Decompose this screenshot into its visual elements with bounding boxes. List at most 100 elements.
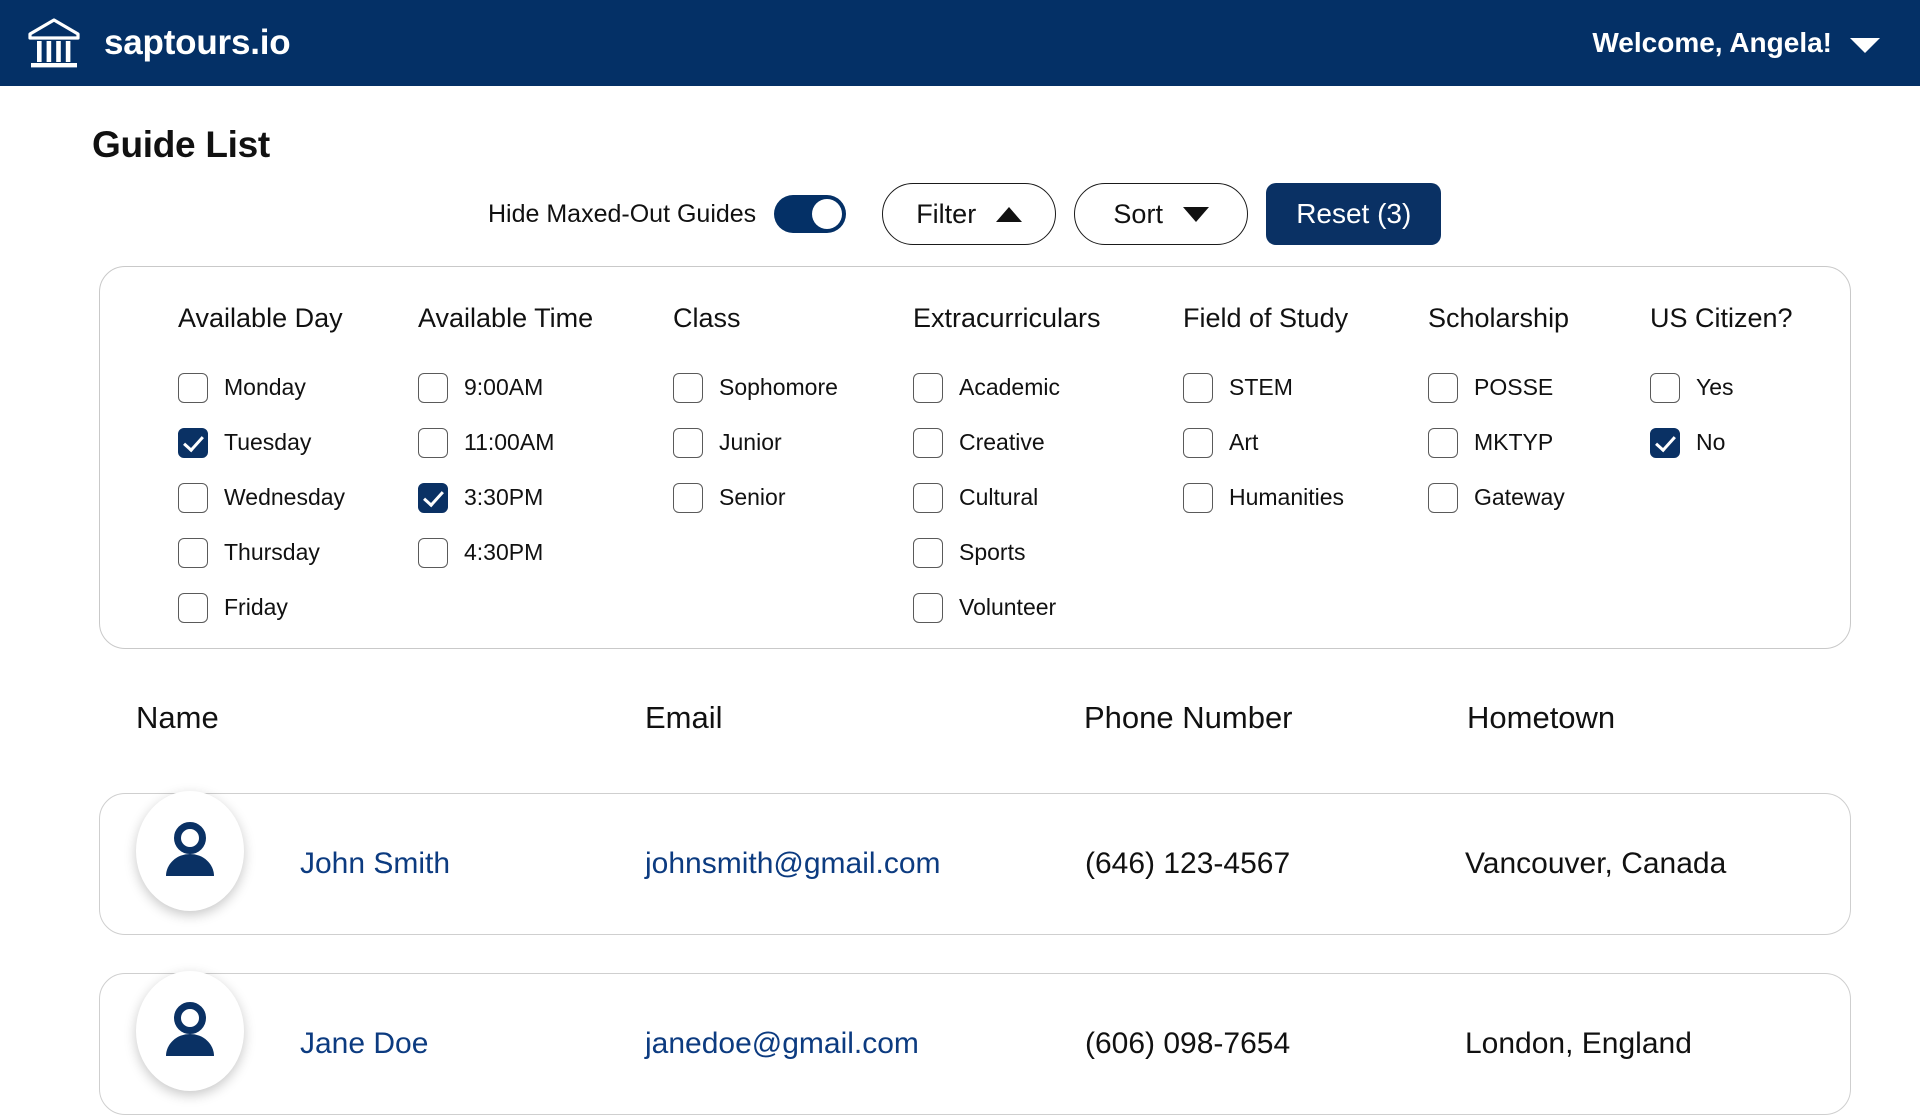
filter-option-label: 11:00AM [464, 429, 555, 455]
filter-option-label: Cultural [959, 484, 1039, 510]
filter-option-label: Senior [719, 484, 786, 510]
filter-option-label: Tuesday [224, 429, 312, 455]
filter-column-title: Extracurriculars [913, 303, 1101, 333]
checkbox[interactable] [418, 537, 448, 568]
filter-option[interactable]: 3:30PM [418, 470, 673, 525]
checkbox[interactable] [1183, 372, 1213, 403]
filter-option-label: Yes [1696, 374, 1734, 400]
guide-email[interactable]: janedoe@gmail.com [645, 1027, 919, 1061]
filter-column-scholarship: Scholarship POSSE MKTYP Gateway [1428, 297, 1650, 648]
filter-option[interactable]: POSSE [1428, 360, 1650, 415]
brand[interactable]: saptours.io [26, 15, 291, 71]
filter-option[interactable]: Sophomore [673, 360, 913, 415]
filter-option[interactable]: Tuesday [178, 415, 418, 470]
filter-column-field-of-study: Field of Study STEM Art Humanities [1183, 297, 1428, 648]
table-row[interactable]: Jane Doe janedoe@gmail.com (606) 098-765… [99, 971, 1851, 1115]
filter-option[interactable]: 11:00AM [418, 415, 673, 470]
filter-option[interactable]: 9:00AM [418, 360, 673, 415]
checkbox[interactable] [1183, 482, 1213, 513]
checkbox[interactable] [913, 427, 943, 458]
sort-button[interactable]: Sort [1074, 183, 1249, 245]
checkbox[interactable] [178, 592, 208, 623]
filter-option[interactable]: Art [1183, 415, 1428, 470]
filter-option[interactable]: Academic [913, 360, 1183, 415]
guide-table-header: Name Email Phone Number Hometown [0, 700, 1920, 760]
checkbox[interactable] [178, 537, 208, 568]
checkbox[interactable] [913, 592, 943, 623]
welcome-text: Welcome, Angela! [1592, 27, 1832, 58]
checkbox[interactable] [673, 482, 703, 513]
checkbox[interactable] [913, 537, 943, 568]
filter-option[interactable]: MKTYP [1428, 415, 1650, 470]
guide-name[interactable]: Jane Doe [300, 1027, 428, 1061]
filter-option[interactable]: Sports [913, 525, 1183, 580]
checkbox[interactable] [913, 482, 943, 513]
checkbox[interactable] [913, 372, 943, 403]
filter-option-label: MKTYP [1474, 429, 1554, 455]
filter-button[interactable]: Filter [882, 183, 1057, 245]
filter-option[interactable]: Senior [673, 470, 913, 525]
checkbox[interactable] [178, 482, 208, 513]
checkbox[interactable] [418, 482, 448, 513]
hide-maxed-out-guides-label: Hide Maxed-Out Guides [488, 199, 757, 228]
checkbox[interactable] [418, 372, 448, 403]
filter-option[interactable]: Creative [913, 415, 1183, 470]
avatar [136, 971, 244, 1091]
checkbox[interactable] [178, 427, 208, 458]
filter-option-label: Gateway [1474, 484, 1565, 510]
filter-option[interactable]: Friday [178, 580, 418, 635]
filter-column-us-citizen: US Citizen? Yes No [1650, 297, 1850, 648]
checkbox[interactable] [673, 372, 703, 403]
filter-column-title: US Citizen? [1650, 303, 1793, 333]
avatar [136, 791, 244, 911]
filter-option[interactable]: Monday [178, 360, 418, 415]
filter-option-label: Junior [719, 429, 782, 455]
guide-name[interactable]: John Smith [300, 847, 450, 881]
filter-column-title: Available Day [178, 303, 343, 333]
reset-button[interactable]: Reset (3) [1266, 183, 1442, 245]
filter-column-extracurriculars: Extracurriculars Academic Creative Cultu… [913, 297, 1183, 648]
filter-option-label: Volunteer [959, 594, 1057, 620]
person-avatar-icon [166, 822, 214, 876]
checkbox[interactable] [178, 372, 208, 403]
filter-option-label: Sports [959, 539, 1026, 565]
sort-button-label: Sort [1113, 198, 1163, 229]
filter-option[interactable]: Yes [1650, 360, 1850, 415]
filter-option-label: 3:30PM [464, 484, 544, 510]
filter-column-title: Class [673, 303, 741, 333]
checkbox[interactable] [1183, 427, 1213, 458]
table-row[interactable]: John Smith johnsmith@gmail.com (646) 123… [99, 791, 1851, 935]
filter-option[interactable]: Cultural [913, 470, 1183, 525]
filter-option-label: Friday [224, 594, 288, 620]
app-header: saptours.io Welcome, Angela! [0, 0, 1920, 86]
filter-option[interactable]: STEM [1183, 360, 1428, 415]
checkbox[interactable] [1428, 372, 1458, 403]
filter-option-label: Sophomore [719, 374, 838, 400]
checkbox[interactable] [1650, 372, 1680, 403]
guide-phone: (606) 098-7654 [1085, 1027, 1291, 1060]
filter-option[interactable]: Junior [673, 415, 913, 470]
hide-maxed-out-guides-toggle[interactable] [774, 195, 847, 233]
guide-email[interactable]: johnsmith@gmail.com [645, 847, 941, 881]
filter-option[interactable]: 4:30PM [418, 525, 673, 580]
filter-option[interactable]: Volunteer [913, 580, 1183, 635]
brand-name: saptours.io [104, 23, 291, 62]
checkbox[interactable] [1650, 427, 1680, 458]
checkbox[interactable] [1428, 427, 1458, 458]
column-header-hometown: Hometown [1467, 700, 1616, 735]
filter-column-title: Scholarship [1428, 303, 1570, 333]
checkbox[interactable] [1428, 482, 1458, 513]
triangle-up-icon [996, 206, 1023, 222]
checkbox[interactable] [418, 427, 448, 458]
chevron-down-icon[interactable] [1850, 37, 1880, 53]
filter-option-label: Thursday [224, 539, 320, 565]
filter-option[interactable]: Humanities [1183, 470, 1428, 525]
guide-phone: (646) 123-4567 [1085, 847, 1291, 880]
filter-option[interactable]: Wednesday [178, 470, 418, 525]
filter-option[interactable]: No [1650, 415, 1850, 470]
filter-option[interactable]: Gateway [1428, 470, 1650, 525]
column-header-phone: Phone Number [1084, 700, 1293, 735]
user-menu[interactable]: Welcome, Angela! [1592, 27, 1886, 59]
checkbox[interactable] [673, 427, 703, 458]
filter-option[interactable]: Thursday [178, 525, 418, 580]
